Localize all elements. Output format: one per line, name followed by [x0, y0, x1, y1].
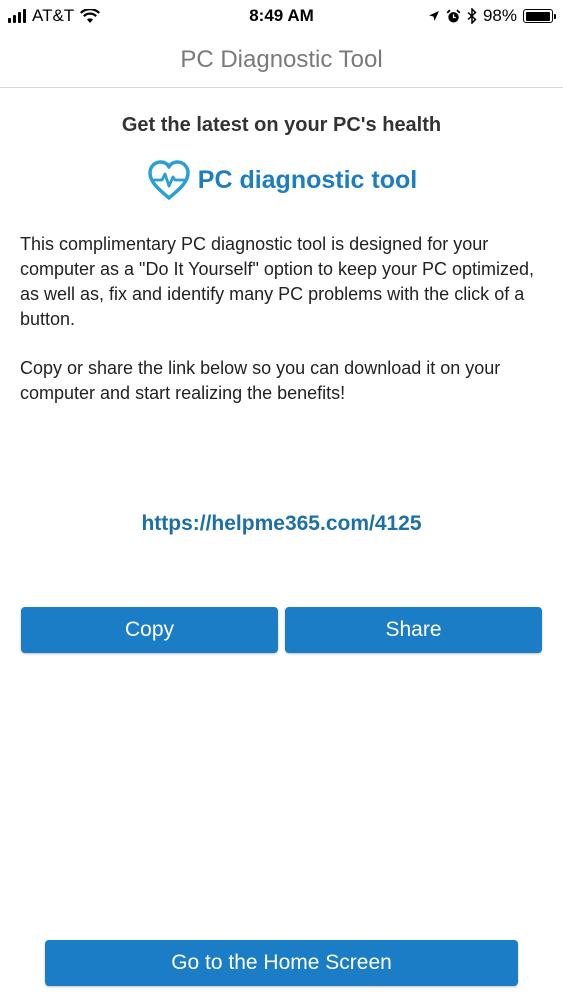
- description-paragraph-2: Copy or share the link below so you can …: [20, 358, 501, 403]
- copy-button[interactable]: Copy: [21, 607, 278, 653]
- battery-level: [525, 11, 550, 21]
- status-left: AT&T: [8, 6, 101, 26]
- heart-pulse-icon: [148, 160, 190, 200]
- location-icon: [428, 11, 439, 21]
- status-right: 98%: [428, 6, 556, 26]
- status-bar: AT&T 8:49 AM 98%: [0, 0, 563, 32]
- wifi-icon: [80, 8, 101, 23]
- page-title: PC Diagnostic Tool: [180, 45, 383, 73]
- signal-icon: [8, 9, 26, 23]
- brand-name: PC diagnostic tool: [197, 165, 418, 194]
- alarm-icon: [446, 9, 461, 22]
- download-link[interactable]: https://helpme365.com/4125: [0, 512, 563, 536]
- bluetooth-icon: [467, 8, 477, 24]
- nav-bar: PC Diagnostic Tool: [0, 32, 563, 88]
- description-paragraph-1: This complimentary PC diagnostic tool is…: [20, 234, 535, 329]
- description: This complimentary PC diagnostic tool is…: [20, 232, 545, 430]
- home-screen-button[interactable]: Go to the Home Screen: [45, 940, 518, 986]
- brand-logo: PC diagnostic tool: [0, 158, 563, 202]
- share-button[interactable]: Share: [285, 607, 542, 653]
- headline: Get the latest on your PC's health: [121, 114, 442, 136]
- battery-icon: [523, 9, 556, 23]
- battery-percent: 98%: [482, 6, 517, 25]
- carrier-name: AT&T: [32, 6, 75, 25]
